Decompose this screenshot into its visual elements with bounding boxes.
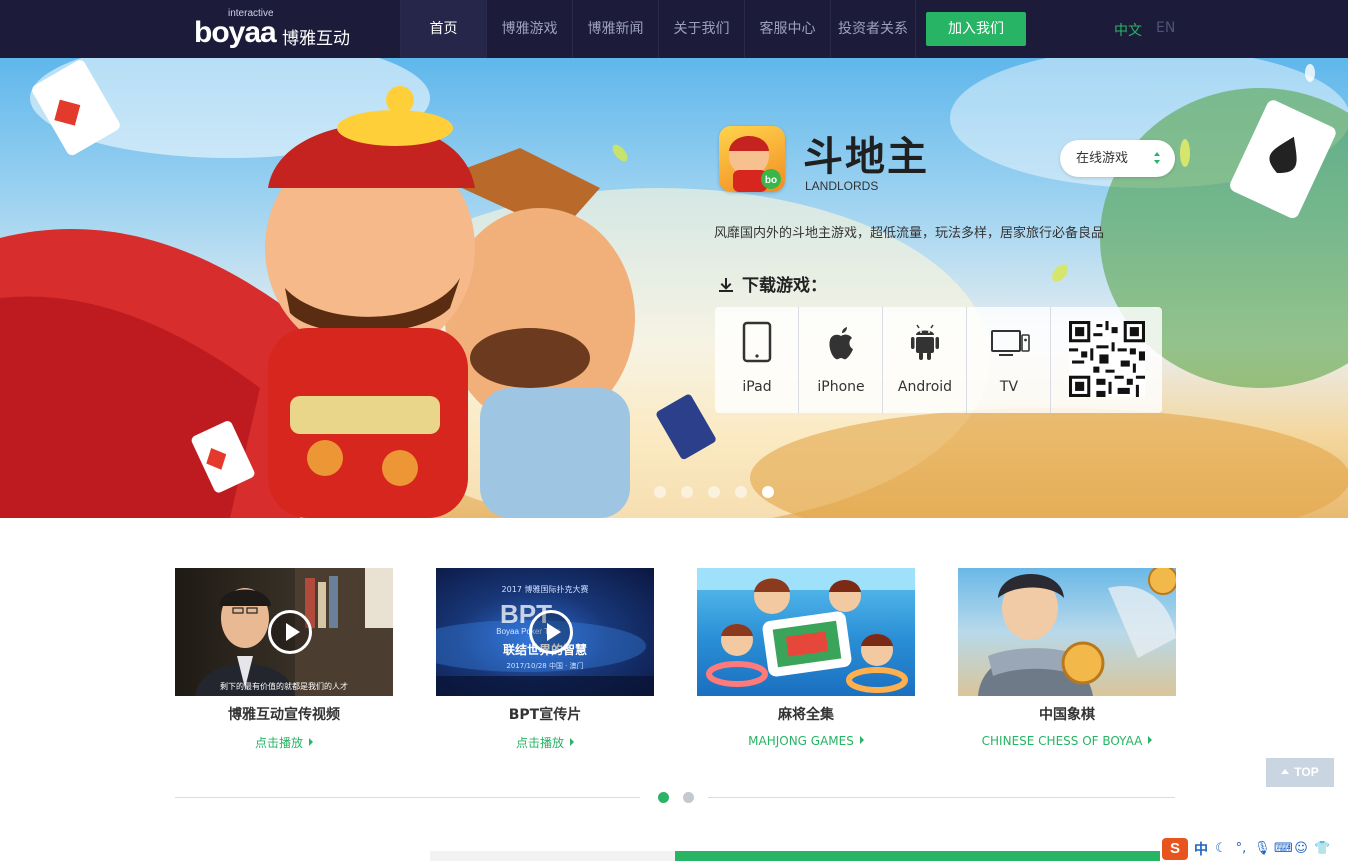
- banner-slide-dots: [654, 486, 774, 498]
- svg-text:bo: bo: [765, 175, 777, 186]
- boyaa-logo[interactable]: interactive boyaa 博雅互动: [194, 8, 364, 50]
- cards-page-dot-2[interactable]: [683, 792, 694, 803]
- logo-cn-text: 博雅互动: [282, 29, 350, 49]
- next-section-image: [430, 851, 675, 861]
- card-more-link-text: CHINESE CHESS OF BOYAA: [981, 734, 1143, 748]
- download-title-text: 下载游戏：: [742, 276, 827, 296]
- chess-thumbnail[interactable]: [958, 568, 1176, 696]
- nav-item-service[interactable]: 客服中心: [744, 0, 830, 58]
- download-ipad-label: iPad: [742, 379, 772, 395]
- nav-item-news[interactable]: 博雅新闻: [572, 0, 658, 58]
- game-card-mahjong[interactable]: 麻将全集 MAHJONG GAMES: [697, 568, 915, 748]
- card-play-link[interactable]: 点击播放: [436, 734, 654, 751]
- download-title: 下载游戏：: [718, 271, 827, 296]
- promo-video-caption: 剩下的最有价值的就都是我们的人才: [220, 681, 348, 691]
- download-iphone-label: iPhone: [817, 379, 865, 395]
- landlords-app-icon[interactable]: bo: [719, 126, 785, 192]
- slide-dot-5[interactable]: [762, 486, 774, 498]
- game-category-select[interactable]: 在线游戏: [1060, 140, 1175, 177]
- video-thumbnail-promo[interactable]: 剩下的最有价值的就都是我们的人才: [175, 568, 393, 696]
- download-ipad[interactable]: iPad: [715, 307, 799, 413]
- logo-boyaa-text: boyaa: [194, 16, 277, 49]
- sogou-ime-icon[interactable]: S: [1162, 838, 1188, 860]
- bpt-date-text: 2017/10/28 中国 · 澳门: [506, 661, 583, 670]
- join-us-button[interactable]: 加入我们: [926, 12, 1026, 46]
- card-title[interactable]: 麻将全集: [697, 704, 915, 724]
- video-card-promo[interactable]: 剩下的最有价值的就都是我们的人才 博雅互动宣传视频 点击播放: [175, 568, 393, 750]
- game-title: 斗地主: [803, 134, 929, 180]
- card-more-link[interactable]: CHINESE CHESS OF BOYAA: [958, 734, 1176, 748]
- game-category-select-value: 在线游戏: [1076, 151, 1129, 166]
- bpt-year-text: 2017 博雅国际扑克大赛: [502, 584, 589, 594]
- slide-dot-1[interactable]: [654, 486, 666, 498]
- skin-icon[interactable]: 👕: [1314, 842, 1330, 856]
- video-thumbnail-bpt[interactable]: 2017 博雅国际扑克大赛 BPT Boyaa Poker Tour 联结世界的…: [436, 568, 654, 696]
- slide-dot-3[interactable]: [708, 486, 720, 498]
- microphone-icon[interactable]: 🎙: [1254, 842, 1271, 856]
- keyboard-icon[interactable]: ⌨: [1274, 842, 1293, 856]
- nav-item-about[interactable]: 关于我们: [658, 0, 744, 58]
- arrow-up-icon: [1281, 769, 1290, 774]
- mahjong-illustration: [697, 568, 915, 693]
- hero-banner: bo 斗地主 LANDLORDS 在线游戏 风靡国内外的斗地主游戏，超低流量，玩…: [0, 58, 1348, 518]
- punctuation-icon[interactable]: °,: [1234, 842, 1248, 856]
- card-play-link-text: 点击播放: [254, 736, 303, 750]
- pager-divider-right: [708, 797, 1175, 798]
- slide-dot-2[interactable]: [681, 486, 693, 498]
- android-icon: [911, 324, 939, 360]
- download-tv[interactable]: TV: [967, 307, 1051, 413]
- ipad-icon: [742, 321, 772, 363]
- ime-toolbar: S 中 ☾ °, 🎙 ⌨ ☺ 👕: [1160, 837, 1348, 861]
- banner-illustration: [0, 58, 1348, 518]
- mahjong-thumbnail[interactable]: [697, 568, 915, 696]
- nav-item-investors[interactable]: 投资者关系: [830, 0, 916, 58]
- game-subtitle: LANDLORDS: [805, 179, 879, 193]
- tv-icon: [991, 330, 1030, 356]
- triangle-right-icon: [309, 738, 313, 746]
- card-play-link-text: 点击播放: [515, 736, 564, 750]
- download-icon: [719, 278, 733, 292]
- play-icon[interactable]: [268, 610, 312, 654]
- card-more-link[interactable]: MAHJONG GAMES: [697, 734, 915, 748]
- chess-illustration: [978, 568, 1176, 696]
- lang-en-link[interactable]: EN: [1156, 20, 1175, 36]
- back-to-top-label: TOP: [1294, 765, 1319, 779]
- card-title[interactable]: 博雅互动宣传视频: [175, 704, 393, 724]
- nav-item-games[interactable]: 博雅游戏: [486, 0, 572, 58]
- download-android-label: Android: [897, 379, 953, 395]
- download-tv-label: TV: [999, 379, 1019, 395]
- play-icon[interactable]: [529, 610, 573, 654]
- user-icon[interactable]: ☺: [1294, 842, 1308, 856]
- apple-icon: [829, 327, 853, 360]
- nav-item-home[interactable]: 首页: [400, 0, 486, 58]
- download-iphone[interactable]: iPhone: [799, 307, 883, 413]
- moon-icon[interactable]: ☾: [1214, 842, 1228, 856]
- updown-arrows-icon: [1154, 152, 1160, 164]
- download-qr-code: [1051, 307, 1162, 413]
- card-more-link-text: MAHJONG GAMES: [748, 734, 854, 748]
- download-android[interactable]: Android: [883, 307, 967, 413]
- qr-code-icon: [1069, 321, 1145, 397]
- triangle-right-icon: [1148, 736, 1153, 744]
- card-title[interactable]: 中国象棋: [958, 704, 1176, 724]
- pager-divider-left: [175, 797, 640, 798]
- lang-cn-link[interactable]: 中文: [1114, 20, 1142, 40]
- game-card-chess[interactable]: 中国象棋 CHINESE CHESS OF BOYAA: [958, 568, 1176, 748]
- next-section-banner: [675, 851, 1165, 861]
- triangle-right-icon: [859, 736, 864, 744]
- main-nav: 首页 博雅游戏 博雅新闻 关于我们 客服中心 投资者关系: [400, 0, 916, 58]
- download-panel: iPad iPhone Android TV: [715, 307, 1162, 413]
- card-play-link[interactable]: 点击播放: [175, 734, 393, 751]
- game-description: 风靡国内外的斗地主游戏，超低流量，玩法多样，居家旅行必备良品: [714, 226, 1105, 241]
- slide-dot-4[interactable]: [735, 486, 747, 498]
- site-header: interactive boyaa 博雅互动 首页 博雅游戏 博雅新闻 关于我们…: [0, 0, 1348, 58]
- ime-language-toggle[interactable]: 中: [1194, 839, 1208, 859]
- card-title[interactable]: BPT宣传片: [436, 704, 654, 724]
- triangle-right-icon: [570, 738, 574, 746]
- video-card-bpt[interactable]: 2017 博雅国际扑克大赛 BPT Boyaa Poker Tour 联结世界的…: [436, 568, 654, 750]
- cards-page-dot-1[interactable]: [658, 792, 669, 803]
- back-to-top-button[interactable]: TOP: [1266, 758, 1334, 787]
